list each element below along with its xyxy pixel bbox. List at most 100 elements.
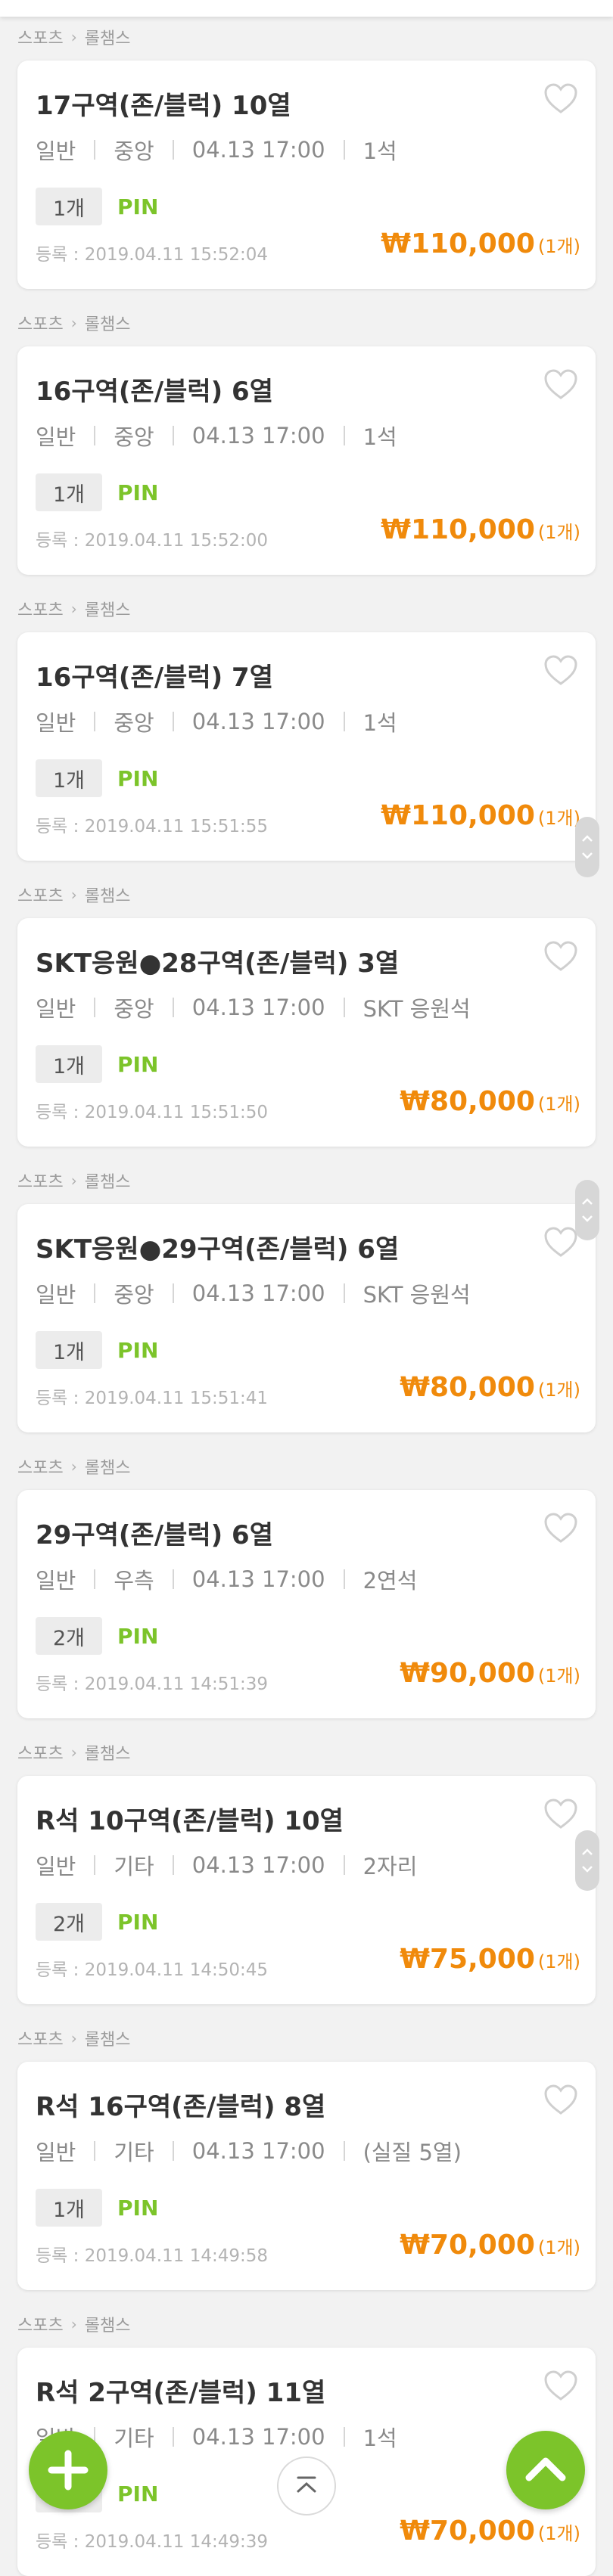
chevron-up-down-icon[interactable]: [575, 817, 599, 877]
heart-outline-icon[interactable]: [543, 2369, 579, 2402]
breadcrumb: 스포츠 › 롤챔스: [17, 1741, 130, 1764]
breadcrumb-subcategory[interactable]: 롤챔스: [85, 25, 131, 49]
breadcrumb-category[interactable]: 스포츠: [17, 1454, 64, 1479]
registered-date: 등록 : 2019.04.11 14:51:39: [36, 1674, 268, 1694]
ticket-position: 중앙: [114, 424, 154, 450]
heart-outline-icon[interactable]: [543, 2083, 579, 2116]
breadcrumb-subcategory[interactable]: 롤챔스: [85, 597, 131, 621]
ticket-position: 기타: [114, 2140, 154, 2165]
breadcrumb: 스포츠 › 롤챔스: [17, 26, 130, 48]
listing-section: 스포츠 › 롤챔스 17구역(존/블럭) 10열 일반 중앙 04.13 17:…: [0, 0, 613, 289]
breadcrumb-subcategory[interactable]: 롤챔스: [85, 883, 131, 907]
divider: [172, 1283, 174, 1303]
listing-section: 스포츠 › 롤챔스 SKT응원●28구역(존/블럭) 3열 일반 중앙 04.1…: [0, 858, 613, 1147]
heart-outline-icon[interactable]: [543, 1225, 579, 1259]
divider: [343, 1569, 345, 1589]
quantity-badge: 1개: [36, 2189, 102, 2227]
breadcrumb-category[interactable]: 스포츠: [17, 311, 64, 335]
breadcrumb-category[interactable]: 스포츠: [17, 2026, 64, 2050]
breadcrumb-category[interactable]: 스포츠: [17, 1740, 64, 1764]
price: ₩75,000 (1개): [400, 1944, 580, 1983]
scroll-top-button[interactable]: [506, 2431, 585, 2509]
chevron-right-icon: ›: [70, 314, 77, 332]
ticket-type: 일반: [36, 2140, 76, 2165]
ticket-card[interactable]: 29구역(존/블럭) 6열 일반 우측 04.13 17:00 2연석 2개 P…: [17, 1490, 596, 1718]
chevron-up-down-icon[interactable]: [575, 1180, 599, 1240]
ticket-card[interactable]: R석 16구역(존/블럭) 8열 일반 기타 04.13 17:00 (실질 5…: [17, 2062, 596, 2290]
chevron-right-icon: ›: [70, 1743, 77, 1761]
price-count: (1개): [537, 1380, 580, 1401]
chevron-right-icon: ›: [70, 2029, 77, 2047]
divider: [172, 1855, 174, 1875]
price-count: (1개): [537, 236, 580, 257]
delivery-method: PIN: [117, 1052, 159, 1077]
ticket-type: 일반: [36, 1854, 76, 1879]
delivery-method: PIN: [117, 480, 159, 505]
breadcrumb-subcategory[interactable]: 롤챔스: [85, 2026, 131, 2050]
price-amount: ₩80,000: [400, 1086, 535, 1117]
scroll-top-mini-button[interactable]: [277, 2457, 336, 2515]
ticket-card[interactable]: SKT응원●29구역(존/블럭) 6열 일반 중앙 04.13 17:00 SK…: [17, 1204, 596, 1432]
price: ₩80,000 (1개): [400, 1086, 580, 1125]
ticket-title: SKT응원●29구역(존/블럭) 6열: [36, 1234, 400, 1265]
ticket-card[interactable]: 16구역(존/블럭) 7열 일반 중앙 04.13 17:00 1석 1개 PI…: [17, 632, 596, 861]
chevron-right-icon: ›: [70, 28, 77, 46]
chevron-right-icon: ›: [70, 1457, 77, 1476]
ticket-card[interactable]: SKT응원●28구역(존/블럭) 3열 일반 중앙 04.13 17:00 SK…: [17, 918, 596, 1147]
chevron-up-icon: [525, 2457, 566, 2481]
breadcrumb-category[interactable]: 스포츠: [17, 883, 64, 907]
divider: [343, 140, 345, 160]
breadcrumb: 스포츠 › 롤챔스: [17, 1169, 130, 1192]
ticket-title: R석 16구역(존/블럭) 8열: [36, 2092, 326, 2122]
add-listing-button[interactable]: [29, 2431, 107, 2509]
price: ₩110,000 (1개): [381, 800, 580, 840]
registered-date: 등록 : 2019.04.11 15:51:55: [36, 817, 268, 836]
ticket-card[interactable]: R석 10구역(존/블럭) 10열 일반 기타 04.13 17:00 2자리 …: [17, 1776, 596, 2004]
breadcrumb-subcategory[interactable]: 롤챔스: [85, 1169, 131, 1193]
ticket-seat: 1석: [363, 138, 397, 164]
ticket-title: SKT응원●28구역(존/블럭) 3열: [36, 948, 400, 979]
price-count: (1개): [537, 522, 580, 543]
heart-outline-icon[interactable]: [543, 939, 579, 973]
ticket-card[interactable]: 16구역(존/블럭) 6열 일반 중앙 04.13 17:00 1석 1개 PI…: [17, 346, 596, 575]
divider: [172, 2141, 174, 2161]
price-count: (1개): [537, 2237, 580, 2258]
listing-section: 스포츠 › 롤챔스 SKT응원●29구역(존/블럭) 6열 일반 중앙 04.1…: [0, 1144, 613, 1432]
chevron-right-icon: ›: [70, 2315, 77, 2333]
heart-outline-icon[interactable]: [543, 1797, 579, 1830]
price-amount: ₩70,000: [400, 2230, 535, 2261]
ticket-position: 기타: [114, 1854, 154, 1879]
heart-outline-icon[interactable]: [543, 368, 579, 401]
divider: [172, 712, 174, 731]
heart-outline-icon[interactable]: [543, 82, 579, 115]
chevron-up-down-icon[interactable]: [575, 1830, 599, 1891]
breadcrumb-category[interactable]: 스포츠: [17, 597, 64, 621]
breadcrumb-subcategory[interactable]: 롤챔스: [85, 1740, 131, 1764]
heart-outline-icon[interactable]: [543, 1511, 579, 1544]
breadcrumb: 스포츠 › 롤챔스: [17, 312, 130, 334]
divider: [172, 426, 174, 445]
quantity-badge: 1개: [36, 473, 102, 511]
quantity-badge: 1개: [36, 759, 102, 797]
ticket-position: 중앙: [114, 1282, 154, 1308]
breadcrumb-subcategory[interactable]: 롤챔스: [85, 1454, 131, 1479]
price-amount: ₩80,000: [400, 1372, 535, 1403]
registered-date: 등록 : 2019.04.11 15:52:00: [36, 531, 268, 551]
ticket-seat: (실질 5열): [363, 2140, 462, 2165]
heart-outline-icon[interactable]: [543, 653, 579, 687]
ticket-card[interactable]: 17구역(존/블럭) 10열 일반 중앙 04.13 17:00 1석 1개 P…: [17, 61, 596, 289]
breadcrumb-category[interactable]: 스포츠: [17, 2312, 64, 2336]
registered-date: 등록 : 2019.04.11 15:51:41: [36, 1389, 268, 1408]
price: ₩110,000 (1개): [381, 228, 580, 268]
listing-section: 스포츠 › 롤챔스 29구역(존/블럭) 6열 일반 우측 04.13 17:0…: [0, 1429, 613, 1718]
ticket-type: 일반: [36, 424, 76, 450]
breadcrumb-category[interactable]: 스포츠: [17, 25, 64, 49]
ticket-datetime: 04.13 17:00: [191, 995, 325, 1020]
divider: [94, 426, 96, 445]
ticket-datetime: 04.13 17:00: [191, 709, 325, 734]
delivery-method: PIN: [117, 194, 159, 219]
breadcrumb-subcategory[interactable]: 롤챔스: [85, 2312, 131, 2336]
breadcrumb: 스포츠 › 롤챔스: [17, 597, 130, 620]
breadcrumb-subcategory[interactable]: 롤챔스: [85, 311, 131, 335]
breadcrumb-category[interactable]: 스포츠: [17, 1169, 64, 1193]
